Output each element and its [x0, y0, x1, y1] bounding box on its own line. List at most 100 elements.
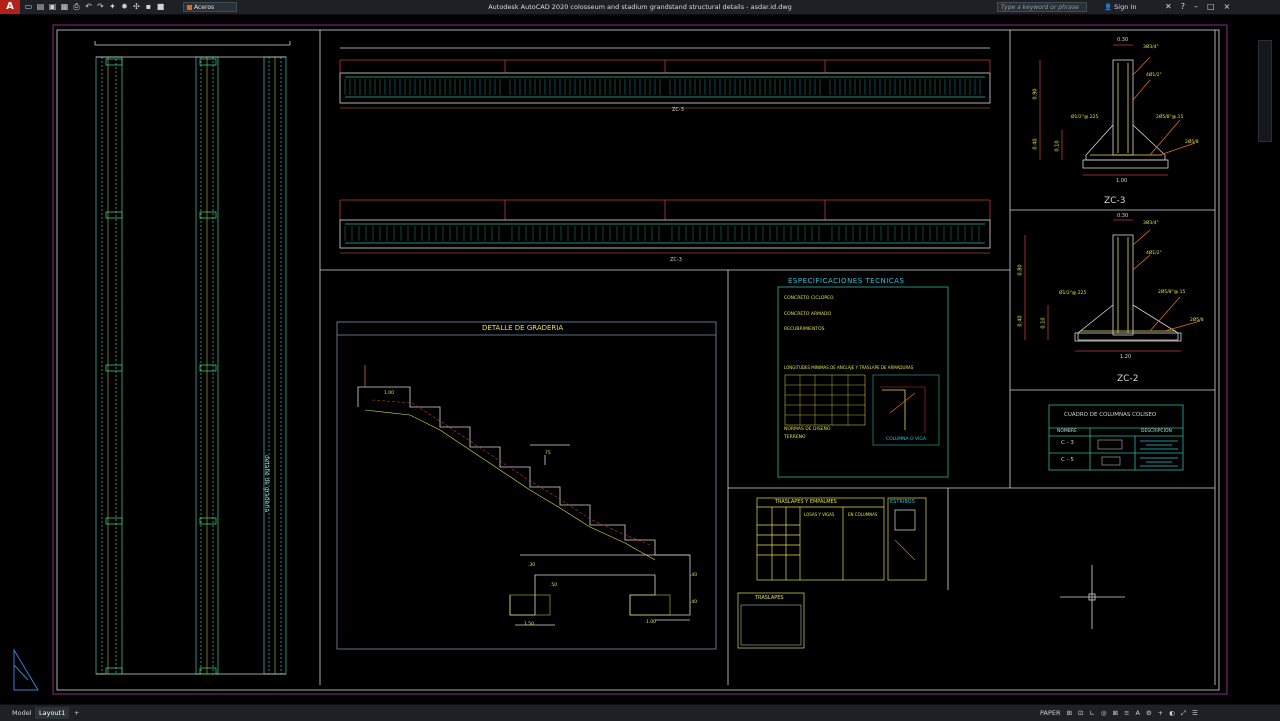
search-input[interactable]: Type a keyword or phrase — [997, 2, 1087, 12]
status-tools: PAPER ⊞ ⊡ ∟ ◎ ⊠ ≡ A ⚙ + ◐ ⤢ ☰ — [1040, 707, 1198, 719]
quick-access-toolbar: ▭ ▤ ▣ ▦ ⎙ ↶ ↷ ✦ ✹ ✣ ▪ ■ — [24, 2, 165, 12]
title-block-frame — [56, 29, 1220, 691]
zc2-dim-base: 0.10 — [1040, 317, 1047, 329]
specs-line-6: TERRENO — [784, 435, 806, 440]
specs-title: ESPECIFICACIONES TECNICAS — [788, 277, 905, 285]
cuadro-header-desc: DESCRIPCION — [1141, 429, 1172, 434]
cuadro-row-c3: C - 3 — [1061, 440, 1074, 446]
maximize-icon[interactable]: □ — [1207, 1, 1215, 13]
graderia-dim-8: .40 — [690, 600, 698, 605]
lock-icon[interactable]: ▪ — [144, 2, 153, 11]
exchange-icon[interactable]: ✕ — [1165, 1, 1172, 13]
zc2-dim-bars-top: 3Ø3/4" — [1143, 221, 1159, 226]
fullscreen-icon[interactable]: ⤢ — [1181, 707, 1186, 719]
color-icon[interactable]: ■ — [156, 2, 165, 11]
beam-label-top: ZC-3 — [672, 107, 684, 113]
workspace-icon[interactable]: ⚙ — [1146, 707, 1152, 719]
help-icon[interactable]: ? — [1181, 1, 1185, 13]
title-bar: A ▭ ▤ ▣ ▦ ⎙ ↶ ↷ ✦ ✹ ✣ ▪ ■ Aceros Autodes… — [0, 0, 1280, 15]
cuadro-header-name: NOMBRE — [1057, 429, 1077, 434]
bulb-icon[interactable]: ✦ — [108, 2, 117, 11]
open-icon[interactable]: ▤ — [36, 2, 45, 11]
beam-label-bottom: ZC-3 — [670, 257, 682, 263]
isolate-icon[interactable]: ◐ — [1169, 707, 1175, 719]
undo-icon[interactable]: ↶ — [84, 2, 93, 11]
specs-line-2: CONCRETO ARMADO — [784, 312, 832, 317]
redo-icon[interactable]: ↷ — [96, 2, 105, 11]
zc3-label: ZC-3 — [1104, 196, 1126, 206]
layer-color-swatch — [187, 5, 192, 10]
zc2-label: ZC-2 — [1117, 374, 1139, 384]
snap-icon[interactable]: ⊡ — [1078, 707, 1083, 719]
navigation-bar[interactable] — [1258, 40, 1272, 142]
zc3-dim-footing: 1.00 — [1116, 178, 1128, 184]
traslapes-table — [737, 497, 927, 649]
estribos-title: ESTRIBOS — [890, 499, 915, 505]
tab-layout1[interactable]: Layout1 — [35, 707, 70, 719]
specs-line-4: LONGITUDES MINIMAS DE ANCLAJE Y TRASLAPE… — [784, 365, 914, 370]
zc3-dim-base: 0.10 — [1054, 140, 1061, 152]
zc3-dim-stirrups: Ø1/2"@.225 — [1071, 115, 1099, 120]
specs-line-1: CONCRETO CICLOPEO — [784, 296, 834, 301]
annotation-icon[interactable]: A — [1135, 707, 1139, 719]
osnap-icon[interactable]: ⊠ — [1113, 707, 1118, 719]
cuadro-title: CUADRO DE COLUMNAS COLISEO — [1064, 412, 1157, 418]
lineweight-icon[interactable]: ≡ — [1124, 707, 1129, 719]
plot-icon[interactable]: ⎙ — [72, 2, 81, 11]
customize-icon[interactable]: ☰ — [1192, 707, 1198, 719]
sign-in-link[interactable]: 👤 Sign In — [1104, 1, 1136, 13]
freeze-icon[interactable]: ✣ — [132, 2, 141, 11]
graderia-dim-3: 1.50 — [524, 622, 535, 627]
ortho-icon[interactable]: ∟ — [1089, 707, 1094, 719]
specs-line-5: NORMAS DE DISEÑO — [784, 427, 831, 432]
zc2-dim-height: 0.80 — [1017, 264, 1024, 276]
footing-zc2 — [1024, 219, 1201, 352]
layer-dropdown[interactable]: Aceros — [183, 2, 237, 12]
zc3-dim-bars-mid: 4Ø1/2" — [1146, 73, 1162, 78]
zc3-dim-width: 0.30 — [1117, 37, 1129, 43]
minimize-icon[interactable]: – — [1194, 1, 1198, 13]
saveas-icon[interactable]: ▦ — [60, 2, 69, 11]
zc3-dim-height: 0.90 — [1032, 88, 1039, 100]
tab-model[interactable]: Model — [8, 707, 36, 719]
footing-zc3 — [1039, 44, 1196, 176]
grid-icon[interactable]: ⊞ — [1067, 707, 1072, 719]
save-icon[interactable]: ▣ — [48, 2, 57, 11]
ucs-icon — [13, 648, 39, 691]
layer-name: Aceros — [194, 4, 215, 11]
traslapes-col-1: LOSAS Y VIGAS — [804, 512, 835, 517]
status-bar: Model Layout1 + PAPER ⊞ ⊡ ∟ ◎ ⊠ ≡ A ⚙ + … — [0, 704, 1280, 721]
vertical-section — [94, 41, 291, 675]
graderia-dim-7: .40 — [690, 573, 698, 578]
graderia-title: DETALLE DE GRADERIA — [482, 324, 564, 332]
drawing-canvas[interactable]: ZC-3 ZC-3 detalle de graderia DETALLE DE… — [0, 15, 1280, 704]
paper-space-toggle[interactable]: PAPER — [1040, 707, 1061, 719]
new-icon[interactable]: ▭ — [24, 2, 33, 11]
graderia-dim-5: .50 — [550, 583, 558, 588]
polar-icon[interactable]: ◎ — [1101, 707, 1107, 719]
column-caption: COLUMNA O VIGA — [886, 437, 926, 442]
zc2-dim-bottom-bars: 2Ø5/8"@.15 — [1158, 290, 1186, 295]
zc2-dim-bars-mid: 4Ø1/2" — [1146, 251, 1162, 256]
crosshair-cursor — [1060, 565, 1125, 629]
zc3-dim-bottom-bars: 2Ø5/8"@.15 — [1156, 115, 1184, 120]
traslapes-col-2: EN COLUMNAS — [848, 512, 878, 517]
zc2-dim-side-bars: 2Ø5/8 — [1190, 318, 1204, 323]
sign-in-label: Sign In — [1114, 3, 1137, 11]
beam-elevation-top — [339, 47, 991, 109]
graderia-detail — [336, 321, 717, 650]
zc3-dim-side-bars: 2Ø5/8 — [1185, 140, 1199, 145]
zc2-dim-depth: 0.40 — [1017, 315, 1024, 327]
graderia-dim-6: 1.00 — [646, 620, 657, 625]
window-controls: ✕ ? – □ × — [1165, 1, 1230, 13]
beam-elevation-bottom — [339, 199, 991, 254]
zc2-dim-stirrups: Ø1/2"@.225 — [1059, 291, 1087, 296]
zc3-dim-bars-top: 3Ø3/4" — [1143, 45, 1159, 50]
tab-add[interactable]: + — [70, 707, 83, 719]
close-icon[interactable]: × — [1224, 1, 1231, 13]
sun-icon[interactable]: ✹ — [120, 2, 129, 11]
plus-icon[interactable]: + — [1158, 707, 1163, 719]
specs-line-3: RECUBRIMIENTOS — [784, 327, 825, 332]
application-menu-button[interactable]: A — [0, 0, 20, 14]
vertical-section-label: detalle de graderia — [263, 455, 270, 513]
